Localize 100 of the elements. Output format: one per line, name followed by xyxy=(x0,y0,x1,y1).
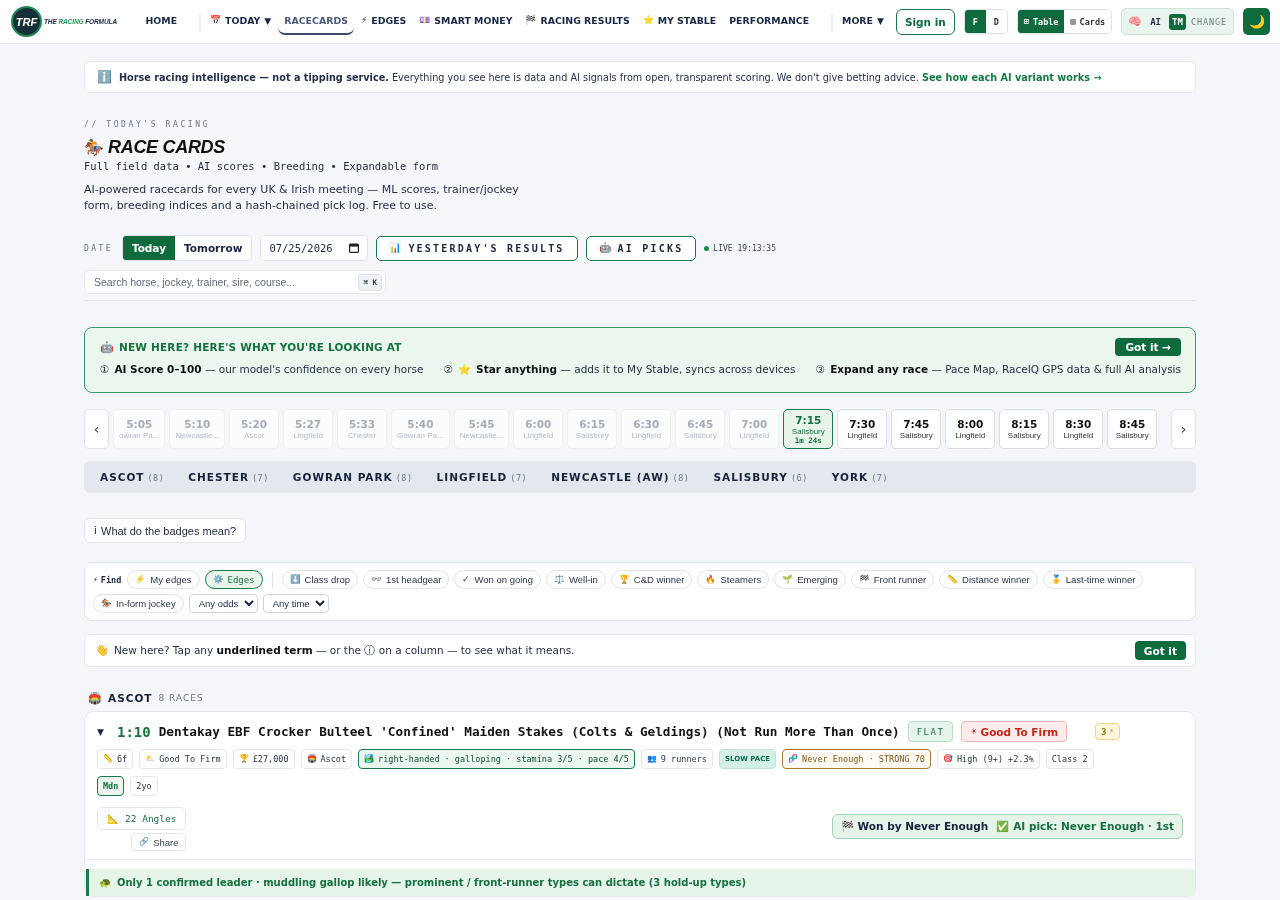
day-toggle[interactable]: Today xyxy=(122,236,175,260)
outline-button[interactable]: 📊 YESTERDAY'S RESULTS xyxy=(376,235,578,261)
got-it-button[interactable]: Got it xyxy=(1134,641,1186,660)
nav-link[interactable]: MORE ▼ xyxy=(836,8,890,35)
meeting-tab[interactable]: YORK (7) xyxy=(831,471,889,483)
filter-select[interactable]: Any time xyxy=(262,594,329,613)
waving-hand-icon: 👋 xyxy=(95,645,109,656)
jockey-icon: 🏇 xyxy=(101,599,112,608)
filter-chip[interactable]: ⬇ Class drop xyxy=(281,570,358,589)
sign-in-button[interactable]: Sign in xyxy=(895,8,955,35)
race-count: 8 RACES xyxy=(158,693,204,703)
race-fact: Class 2 xyxy=(1045,749,1094,769)
filter-chip[interactable]: 🏇 In-form jockey xyxy=(93,594,184,613)
nav-link[interactable]: 💷 SMART MONEY xyxy=(413,8,519,35)
badges-help-button[interactable]: ℹ What do the badges mean? xyxy=(84,518,247,543)
gear-icon: ⚙ xyxy=(212,575,224,584)
race-title: Dentakay EBF Crocker Bulteel 'Confined' Maiden Stakes (Colts & Geldings) (Not Run More Than Once) xyxy=(158,724,900,739)
brain-icon: 🧠 xyxy=(1128,16,1143,27)
model-switch[interactable]: 🧠 AI TM CHANGE xyxy=(1121,8,1234,35)
seedling-icon: 🌱 xyxy=(782,575,794,584)
calendar-icon xyxy=(349,243,360,253)
font-toggle[interactable]: F xyxy=(964,10,986,33)
race-time-chip[interactable]: 8:45 Salisbury xyxy=(1107,409,1158,449)
race-time-chip[interactable]: 8:30 Lingfield xyxy=(1053,409,1104,449)
meeting-tab[interactable]: CHESTER (7) xyxy=(188,471,269,483)
scroll-right-button[interactable]: › xyxy=(1171,409,1196,449)
people-icon: 👥 xyxy=(646,755,657,763)
filter-chip[interactable]: 🥇 Last-time winner xyxy=(1042,570,1144,589)
share-button[interactable]: 🔗 Share xyxy=(131,833,187,851)
live-dot-icon xyxy=(704,245,710,251)
nav-link[interactable]: PERFORMANCE xyxy=(723,8,816,35)
link-icon: 🔗 xyxy=(139,838,150,846)
filter-chip[interactable]: 👓 1st headgear xyxy=(363,570,450,589)
race-type-tag: Mdn xyxy=(97,776,125,796)
nav-link[interactable]: HOME xyxy=(139,8,184,35)
going-tag: ☀ Good To Firm xyxy=(961,721,1068,742)
filter-chip[interactable]: ✓ Won on going xyxy=(454,570,541,589)
view-toggle[interactable]: ⊞ Table xyxy=(1017,10,1065,33)
outline-button[interactable]: 🤖 AI PICKS xyxy=(585,235,697,261)
filter-select[interactable]: Any odds xyxy=(188,594,258,613)
race-fact: 📏 6f xyxy=(97,749,134,769)
meeting-tab[interactable]: NEWCASTLE (AW) (8) xyxy=(551,471,690,483)
filter-chip[interactable]: 🌱 Emerging xyxy=(774,570,846,589)
filter-chip[interactable]: ⚖ Well-in xyxy=(545,570,606,589)
nav-link[interactable]: ⚡ EDGES xyxy=(354,8,413,35)
cloud-sun-icon: ⛅ xyxy=(145,755,156,763)
angles-button[interactable]: 📐 22 Angles xyxy=(97,807,187,830)
theme-toggle-button[interactable]: 🌙 xyxy=(1243,8,1270,35)
filter-chip[interactable]: ⚡ My edges xyxy=(127,570,200,589)
info-icon: ℹ xyxy=(94,525,97,536)
fire-icon: 🔥 xyxy=(705,575,717,584)
onboarding-title: NEW HERE? HERE'S WHAT YOU'RE LOOKING AT xyxy=(119,341,402,353)
date-field[interactable]: 07/25/2026 xyxy=(260,235,369,261)
meeting-tab[interactable]: GOWRAN PARK (8) xyxy=(292,471,413,483)
star-icon: ⭐ xyxy=(458,363,472,375)
expand-caret[interactable]: ▼ xyxy=(97,726,107,737)
filter-chip[interactable]: 🏆 C&D winner xyxy=(610,570,693,589)
filter-chip[interactable]: 📏 Distance winner xyxy=(939,570,1038,589)
variants-link[interactable]: See how each AI variant works → xyxy=(922,71,1102,83)
sun-icon: ☀ xyxy=(970,727,978,736)
scroll-left-button[interactable]: ‹ xyxy=(84,409,109,449)
meeting-tab[interactable]: ASCOT (8) xyxy=(100,471,165,483)
glasses-icon: 👓 xyxy=(371,575,382,584)
chequered-flag-icon: 🏁 xyxy=(858,575,870,584)
model-option[interactable]: AI xyxy=(1147,13,1165,30)
grid-icon: ⊞ xyxy=(1023,17,1029,26)
nav-link[interactable]: RACECARDS xyxy=(278,8,354,35)
turtle-icon: 🐢 xyxy=(99,877,111,888)
filter-chip[interactable]: ⚙ Edges xyxy=(204,570,263,589)
star-icon: ⭐ xyxy=(642,16,654,25)
nav-link[interactable]: ⭐ MY STABLE xyxy=(636,8,723,35)
nav-link[interactable]: 🏁 RACING RESULTS xyxy=(519,8,636,35)
race-time-chip[interactable]: 7:45 Salisbury xyxy=(891,409,942,449)
onboarding-point: Star anything — adds it to My Stable, syncs across devices xyxy=(476,363,796,375)
model-option[interactable]: TM xyxy=(1169,13,1186,30)
got-it-button[interactable]: Got it → xyxy=(1115,338,1181,356)
section-eyebrow: // TODAY'S RACING xyxy=(84,120,212,129)
race-time: 1:10 xyxy=(117,723,151,740)
step-number: ② xyxy=(443,363,454,375)
race-fact: 🏆 £27,000 xyxy=(232,749,295,769)
race-time-chip[interactable]: 7:30 Lingfield xyxy=(837,409,888,449)
race-time-chip[interactable]: 8:15 Salisbury xyxy=(999,409,1050,449)
check-mark-icon: ✅ xyxy=(996,820,1010,832)
check-icon: ✓ xyxy=(462,575,471,584)
page-subtitle: Full field data • AI scores • Breeding • Expandable form xyxy=(84,160,439,172)
onboarding-point: AI Score 0–100 — our model's confidence on every horse xyxy=(114,363,424,375)
meeting-tab[interactable]: LINGFIELD (7) xyxy=(436,471,528,483)
meeting-tab[interactable]: SALISBURY (6) xyxy=(713,471,808,483)
chequered-flag-icon: 🏁 xyxy=(840,820,854,832)
filter-chip[interactable]: 🔥 Steamers xyxy=(697,570,770,589)
race-fact: 👥 9 runners xyxy=(640,749,713,769)
change-label: CHANGE xyxy=(1190,16,1227,27)
filter-chip[interactable]: 🏁 Front runner xyxy=(850,570,935,589)
disclaimer-text: Horse racing intelligence — not a tipping service. Everything you see here is data and AI signals from open, transparent scoring. We don't give betting advice. See how each AI variant works → xyxy=(119,71,1102,83)
robot-icon: 🤖 xyxy=(598,243,611,253)
race-time-chip[interactable]: 8:00 Lingfield xyxy=(945,409,996,449)
nav-link[interactable]: 📅 TODAY ▼ xyxy=(204,8,278,35)
medal-icon: 🥇 xyxy=(1050,575,1062,584)
landscape-icon: 🏞 xyxy=(364,755,375,763)
down-arrow-icon: ⬇ xyxy=(289,575,301,584)
